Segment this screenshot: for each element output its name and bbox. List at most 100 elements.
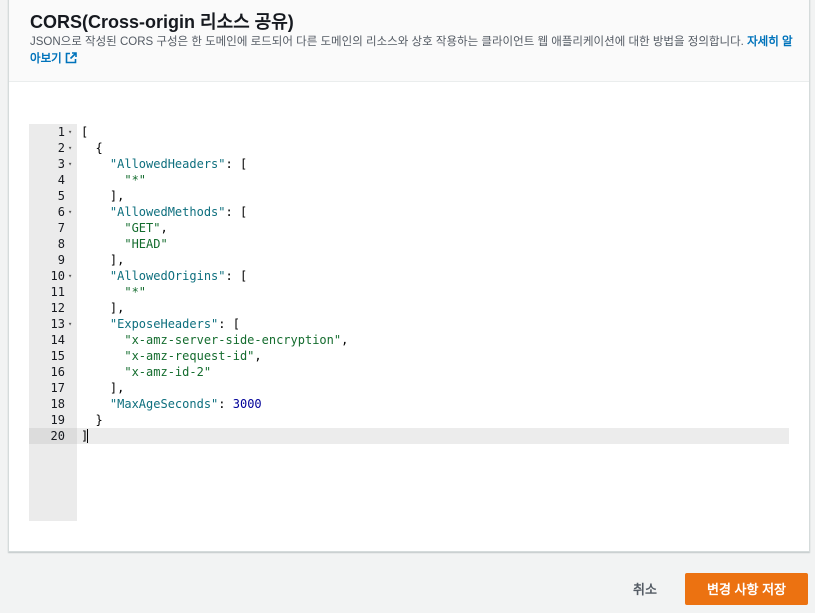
line-number: 11 xyxy=(50,285,65,299)
line-number: 5 xyxy=(57,189,65,203)
code-text: ], xyxy=(109,253,125,267)
code-area: ], xyxy=(77,380,789,396)
cors-panel: CORS(Cross-origin 리소스 공유) JSON으로 작성된 COR… xyxy=(8,0,810,552)
line-number-cell: 13 ▾ xyxy=(29,316,77,332)
code-area: "ExposeHeaders": [ xyxy=(77,316,789,332)
fold-toggle-icon[interactable]: ▾ xyxy=(68,140,72,156)
code-line[interactable]: 18 "MaxAgeSeconds": 3000 xyxy=(29,396,789,412)
line-number: 18 xyxy=(50,397,65,411)
code-area: "MaxAgeSeconds": 3000 xyxy=(77,396,789,412)
line-number-cell: 19 xyxy=(29,412,77,428)
section-title: CORS(Cross-origin 리소스 공유) xyxy=(30,12,294,32)
line-number-cell: 2 ▾ xyxy=(29,140,77,156)
line-number: 14 xyxy=(50,333,65,347)
code-text: "GET", xyxy=(124,221,168,235)
code-area: "*" xyxy=(77,284,789,300)
json-code-editor[interactable]: 1 ▾[2 ▾ {3 ▾ "AllowedHeaders": [4 "*" 5 ], 6 ▾… xyxy=(29,124,789,521)
code-line[interactable]: 7 "GET", xyxy=(29,220,789,236)
line-number-cell: 1 ▾ xyxy=(29,124,77,140)
line-number: 20 xyxy=(50,429,65,443)
code-area: ] xyxy=(77,428,789,444)
code-text: "AllowedMethods": [ xyxy=(109,205,248,219)
code-area: "AllowedMethods": [ xyxy=(77,204,789,220)
code-text: [ xyxy=(81,125,89,139)
code-text: ], xyxy=(109,381,125,395)
line-number: 12 xyxy=(50,301,65,315)
code-line[interactable]: 9 ], xyxy=(29,252,789,268)
code-text: "*" xyxy=(124,285,147,299)
fold-toggle-icon[interactable]: ▾ xyxy=(68,316,72,332)
line-number-cell: 16 xyxy=(29,364,77,380)
code-text: { xyxy=(95,141,103,155)
fold-toggle-icon[interactable]: ▾ xyxy=(68,268,72,284)
code-text: } xyxy=(95,413,103,427)
code-area: "x-amz-request-id", xyxy=(77,348,789,364)
code-line[interactable]: 5 ], xyxy=(29,188,789,204)
line-number: 16 xyxy=(50,365,65,379)
code-line[interactable]: 11 "*" xyxy=(29,284,789,300)
code-line[interactable]: 13 ▾ "ExposeHeaders": [ xyxy=(29,316,789,332)
line-number-cell: 18 xyxy=(29,396,77,412)
code-line[interactable]: 19 } xyxy=(29,412,789,428)
code-area: ], xyxy=(77,252,789,268)
code-area: ], xyxy=(77,300,789,316)
code-area: "x-amz-id-2" xyxy=(77,364,789,380)
line-number-cell: 9 xyxy=(29,252,77,268)
code-text: "AllowedOrigins": [ xyxy=(109,269,248,283)
code-line[interactable]: 4 "*" xyxy=(29,172,789,188)
section-description: JSON으로 작성된 CORS 구성은 한 도메인에 로드되어 다른 도메인의 … xyxy=(30,34,800,68)
code-text: "ExposeHeaders": [ xyxy=(109,317,240,331)
line-number-cell: 7 xyxy=(29,220,77,236)
line-number: 10 xyxy=(50,269,65,283)
text-cursor xyxy=(87,429,88,443)
code-line[interactable]: 1 ▾ [ xyxy=(29,124,789,140)
code-text: "*" xyxy=(124,173,147,187)
code-line[interactable]: 2 ▾ { xyxy=(29,140,789,156)
code-text: "HEAD" xyxy=(124,237,168,251)
line-number-cell: 11 xyxy=(29,284,77,300)
fold-toggle-icon[interactable]: ▾ xyxy=(68,156,72,172)
line-number: 4 xyxy=(57,173,65,187)
code-line[interactable]: 15 "x-amz-request-id", xyxy=(29,348,789,364)
line-number: 1 xyxy=(57,125,65,139)
line-number-cell: 15 xyxy=(29,348,77,364)
save-changes-button[interactable]: 변경 사항 저장 xyxy=(685,573,808,605)
code-line[interactable]: 10 ▾ "AllowedOrigins": [ xyxy=(29,268,789,284)
code-area: "HEAD" xyxy=(77,236,789,252)
code-line[interactable]: 16 "x-amz-id-2" xyxy=(29,364,789,380)
line-number-cell: 10 ▾ xyxy=(29,268,77,284)
code-text: ], xyxy=(109,189,125,203)
code-line[interactable]: 20] xyxy=(29,428,789,444)
line-number: 2 xyxy=(57,141,65,155)
code-area: ], xyxy=(77,188,789,204)
code-text: "MaxAgeSeconds": 3000 xyxy=(109,397,262,411)
line-number: 13 xyxy=(50,317,65,331)
line-number-cell: 17 xyxy=(29,380,77,396)
line-number-cell: 14 xyxy=(29,332,77,348)
line-number-cell: 3 ▾ xyxy=(29,156,77,172)
code-text: "x-amz-id-2" xyxy=(124,365,212,379)
line-number: 17 xyxy=(50,381,65,395)
code-line[interactable]: 12 ], xyxy=(29,300,789,316)
fold-toggle-icon[interactable]: ▾ xyxy=(68,124,72,140)
cancel-button[interactable]: 취소 xyxy=(618,573,672,605)
line-number-cell: 12 xyxy=(29,300,77,316)
external-link-icon xyxy=(65,52,77,64)
line-number: 15 xyxy=(50,349,65,363)
code-line[interactable]: 14 "x-amz-server-side-encryption", xyxy=(29,332,789,348)
code-area: "*" xyxy=(77,172,789,188)
line-number-cell: 6 ▾ xyxy=(29,204,77,220)
code-line[interactable]: 8 "HEAD" xyxy=(29,236,789,252)
code-line[interactable]: 17 ], xyxy=(29,380,789,396)
code-area: "GET", xyxy=(77,220,789,236)
line-number: 3 xyxy=(57,157,65,171)
code-line[interactable]: 6 ▾ "AllowedMethods": [ xyxy=(29,204,789,220)
code-text: ], xyxy=(109,301,125,315)
line-number-cell: 8 xyxy=(29,236,77,252)
code-area: "AllowedOrigins": [ xyxy=(77,268,789,284)
line-number-cell: 5 xyxy=(29,188,77,204)
panel-header: CORS(Cross-origin 리소스 공유) JSON으로 작성된 COR… xyxy=(9,0,809,82)
code-line[interactable]: 3 ▾ "AllowedHeaders": [ xyxy=(29,156,789,172)
code-area: { xyxy=(77,140,789,156)
fold-toggle-icon[interactable]: ▾ xyxy=(68,204,72,220)
